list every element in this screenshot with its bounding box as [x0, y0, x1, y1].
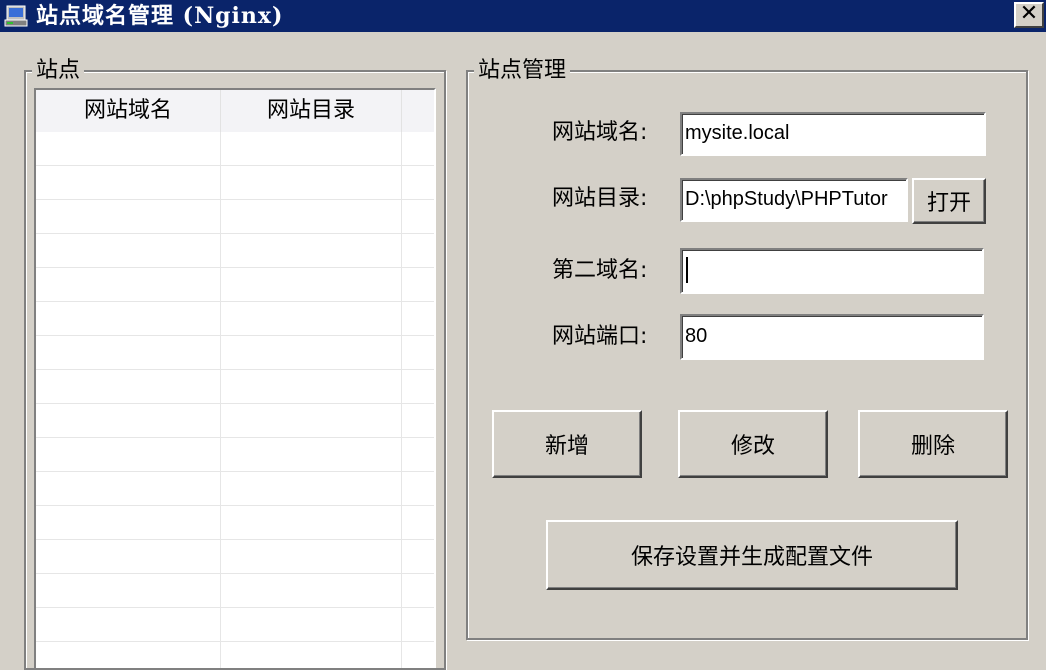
- manage-group-title: 站点管理: [474, 58, 571, 84]
- grid-line: [36, 301, 434, 302]
- second-domain-field[interactable]: [680, 248, 984, 294]
- grid-line: [36, 165, 434, 166]
- grid-line: [36, 607, 434, 608]
- grid-line: [36, 641, 434, 642]
- column-header-domain[interactable]: 网站域名: [36, 90, 220, 132]
- domain-field[interactable]: mysite.local: [680, 112, 986, 156]
- grid-line: [36, 505, 434, 506]
- save-and-generate-button[interactable]: 保存设置并生成配置文件: [546, 520, 958, 590]
- grid-line: [36, 573, 434, 574]
- grid-line: [36, 267, 434, 268]
- grid-line: [220, 132, 221, 668]
- grid-line: [36, 403, 434, 404]
- delete-button[interactable]: 删除: [858, 410, 1008, 478]
- grid-line: [401, 132, 402, 668]
- site-list[interactable]: 网站域名 网站目录: [34, 88, 436, 668]
- domain-label: 网站域名:: [552, 120, 648, 145]
- open-directory-button[interactable]: 打开: [912, 178, 986, 224]
- modify-button[interactable]: 修改: [678, 410, 828, 478]
- second-domain-label: 第二域名:: [552, 258, 648, 283]
- grid-line: [36, 199, 434, 200]
- grid-line: [36, 369, 434, 370]
- grid-line: [36, 233, 434, 234]
- column-separator[interactable]: [401, 90, 402, 132]
- close-button[interactable]: ✕: [1014, 2, 1044, 28]
- grid-line: [36, 539, 434, 540]
- port-label: 网站端口:: [552, 324, 648, 349]
- list-header: 网站域名 网站目录: [36, 90, 434, 132]
- app-icon: [4, 5, 28, 27]
- window-title: 站点域名管理 (Nginx): [36, 3, 284, 29]
- column-header-directory[interactable]: 网站目录: [221, 90, 401, 132]
- sites-group-title: 站点: [32, 58, 85, 84]
- text-caret: [686, 257, 688, 283]
- grid-line: [36, 437, 434, 438]
- title-bar: 站点域名管理 (Nginx) ✕: [0, 0, 1046, 32]
- directory-label: 网站目录:: [552, 186, 648, 211]
- directory-field[interactable]: D:\phpStudy\PHPTutor: [680, 178, 908, 222]
- grid-line: [36, 471, 434, 472]
- port-field[interactable]: 80: [680, 314, 984, 360]
- grid-line: [36, 335, 434, 336]
- add-button[interactable]: 新增: [492, 410, 642, 478]
